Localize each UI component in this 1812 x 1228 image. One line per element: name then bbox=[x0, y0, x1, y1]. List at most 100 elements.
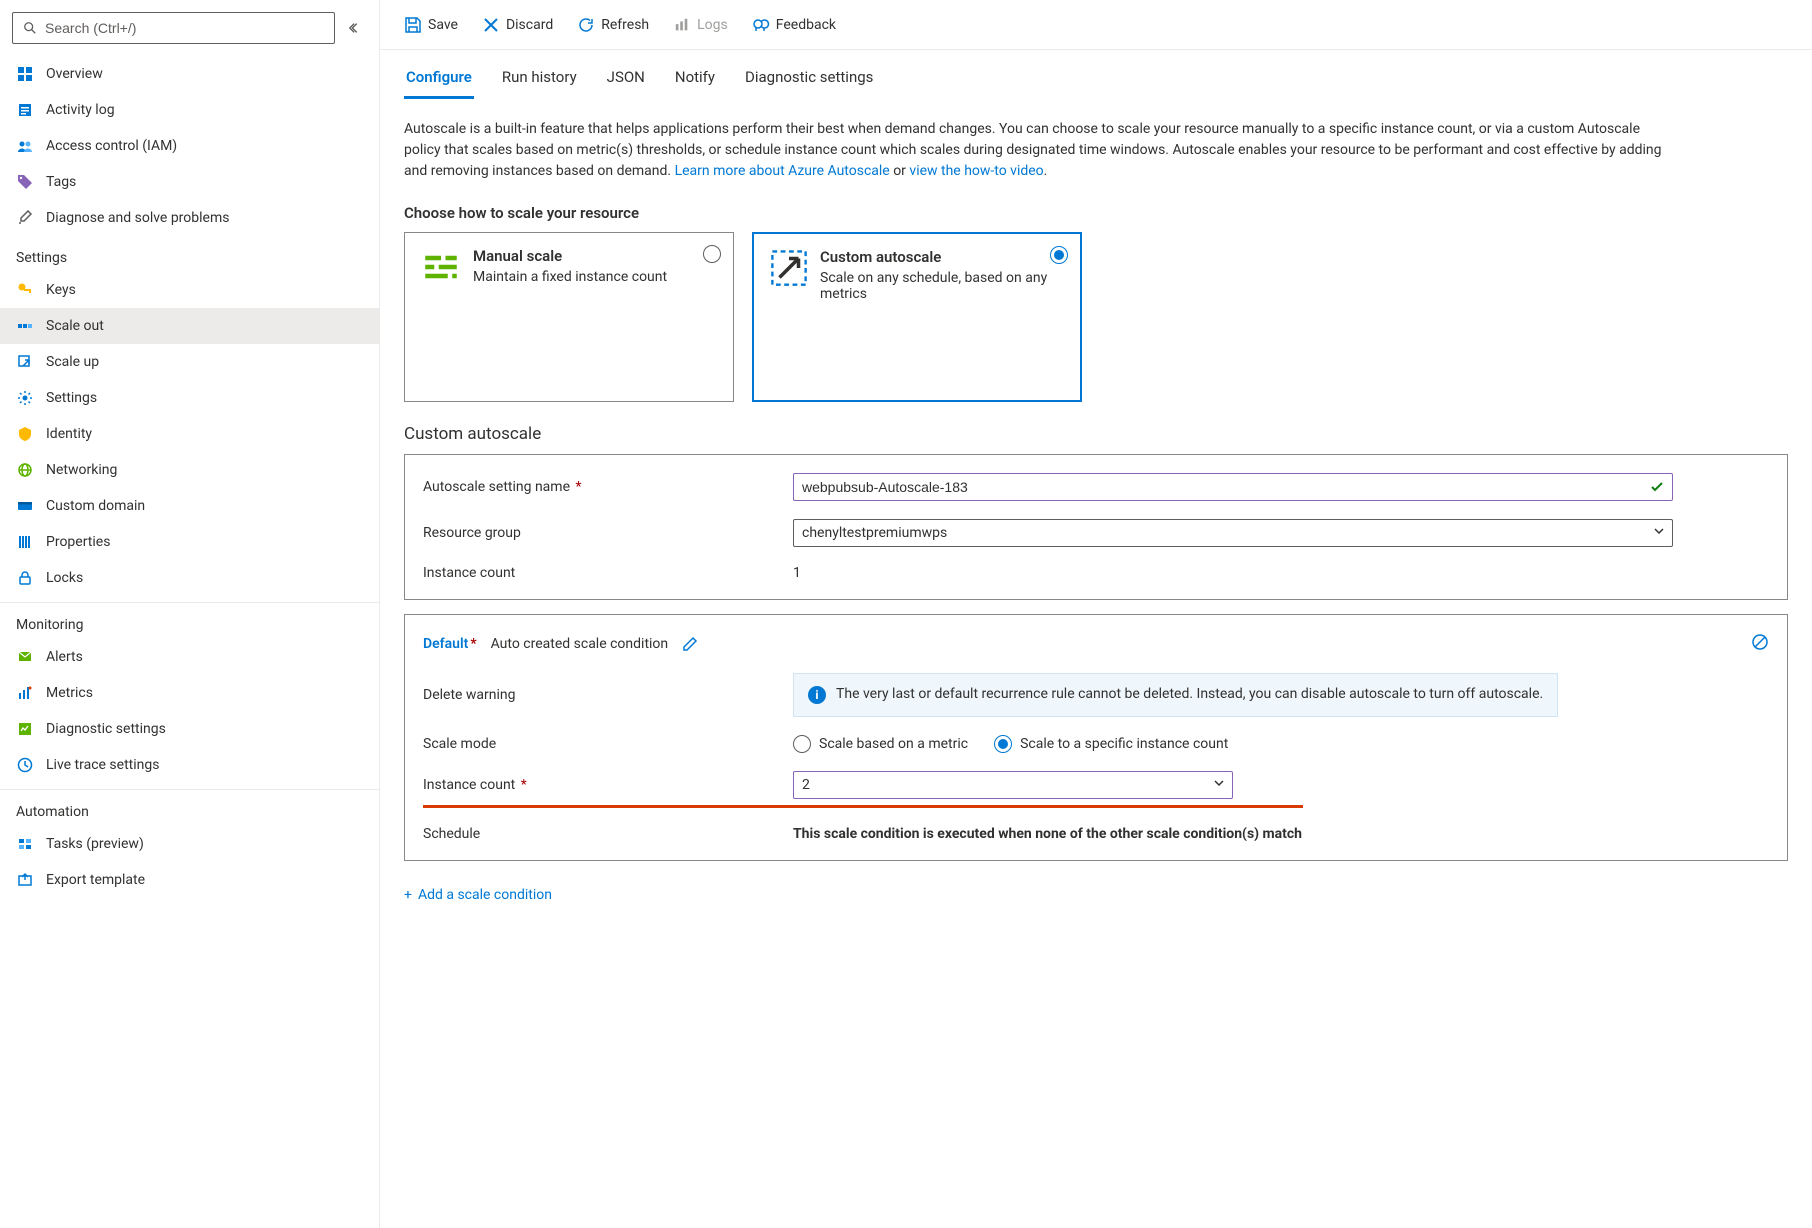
sidebar-item-diag-settings[interactable]: Diagnostic settings bbox=[0, 711, 379, 747]
toolbar: Save Discard Refresh Logs bbox=[380, 0, 1812, 50]
sidebar-item-identity[interactable]: Identity bbox=[0, 416, 379, 452]
export-template-icon bbox=[16, 871, 34, 889]
sidebar-item-settings[interactable]: Settings bbox=[0, 380, 379, 416]
feedback-icon bbox=[752, 16, 770, 34]
edit-condition-button[interactable] bbox=[682, 636, 698, 652]
tags-icon bbox=[16, 173, 34, 191]
plus-icon: + bbox=[404, 887, 412, 903]
resource-group-select[interactable]: chenyltestpremiumwps bbox=[793, 519, 1673, 547]
sidebar: Overview Activity log Access control (IAM)… bbox=[0, 0, 380, 1228]
scale-mode-count-radio[interactable]: Scale to a specific instance count bbox=[994, 735, 1228, 753]
feedback-label: Feedback bbox=[776, 17, 836, 33]
sidebar-item-label: Live trace settings bbox=[46, 757, 159, 773]
diag-settings-icon bbox=[16, 720, 34, 738]
sidebar-item-keys[interactable]: Keys bbox=[0, 272, 379, 308]
manual-scale-card[interactable]: Manual scale Maintain a fixed instance c… bbox=[404, 232, 734, 402]
radio-icon bbox=[703, 245, 721, 263]
custom-autoscale-card[interactable]: Custom autoscale Scale on any schedule, … bbox=[752, 232, 1082, 402]
sidebar-item-label: Diagnose and solve problems bbox=[46, 210, 229, 226]
search-input[interactable] bbox=[45, 20, 326, 36]
instance-count-label: Instance count bbox=[423, 565, 793, 581]
learn-more-link[interactable]: Learn more about Azure Autoscale bbox=[675, 163, 890, 179]
sidebar-item-overview[interactable]: Overview bbox=[0, 56, 379, 92]
sidebar-section-header: Automation bbox=[0, 789, 379, 826]
sidebar-item-locks[interactable]: Locks bbox=[0, 560, 379, 596]
condition-instance-count-label: Instance count * bbox=[423, 777, 793, 793]
tab-diagnostic-settings[interactable]: Diagnostic settings bbox=[743, 64, 875, 99]
search-icon bbox=[21, 19, 39, 37]
sidebar-item-label: Keys bbox=[46, 282, 76, 298]
discard-button[interactable]: Discard bbox=[482, 16, 553, 34]
sidebar-item-label: Tasks (preview) bbox=[46, 836, 144, 852]
sidebar-item-activity-log[interactable]: Activity log bbox=[0, 92, 379, 128]
disable-condition-icon[interactable] bbox=[1751, 633, 1769, 655]
live-trace-icon bbox=[16, 756, 34, 774]
scale-mode-metric-radio[interactable]: Scale based on a metric bbox=[793, 735, 968, 753]
overview-icon bbox=[16, 65, 34, 83]
networking-icon bbox=[16, 461, 34, 479]
manual-scale-title: Manual scale bbox=[473, 247, 667, 265]
sidebar-item-scale-up[interactable]: Scale up bbox=[0, 344, 379, 380]
sidebar-item-label: Scale up bbox=[46, 354, 99, 370]
collapse-sidebar-button[interactable] bbox=[343, 16, 367, 40]
refresh-button[interactable]: Refresh bbox=[577, 16, 649, 34]
sidebar-item-networking[interactable]: Networking bbox=[0, 452, 379, 488]
chevron-down-icon bbox=[1213, 777, 1225, 793]
custom-domain-icon bbox=[16, 497, 34, 515]
sidebar-item-iam[interactable]: Access control (IAM) bbox=[0, 128, 379, 164]
sidebar-item-live-trace[interactable]: Live trace settings bbox=[0, 747, 379, 783]
choose-title: Choose how to scale your resource bbox=[404, 204, 1788, 222]
tasks-icon bbox=[16, 835, 34, 853]
sidebar-item-label: Overview bbox=[46, 66, 103, 82]
iam-icon bbox=[16, 137, 34, 155]
sidebar-item-custom-domain[interactable]: Custom domain bbox=[0, 488, 379, 524]
save-button[interactable]: Save bbox=[404, 16, 458, 34]
sidebar-item-tags[interactable]: Tags bbox=[0, 164, 379, 200]
sidebar-item-label: Settings bbox=[46, 390, 97, 406]
logs-button: Logs bbox=[673, 16, 728, 34]
activity-log-icon bbox=[16, 101, 34, 119]
sidebar-item-diagnose[interactable]: Diagnose and solve problems bbox=[0, 200, 379, 236]
sidebar-item-label: Metrics bbox=[46, 685, 93, 701]
tab-run-history[interactable]: Run history bbox=[500, 64, 579, 99]
chevron-down-icon bbox=[1653, 525, 1665, 541]
tab-configure[interactable]: Configure bbox=[404, 64, 474, 99]
condition-subtitle: Auto created scale condition bbox=[491, 636, 669, 652]
sidebar-item-export-template[interactable]: Export template bbox=[0, 862, 379, 898]
sidebar-item-alerts[interactable]: Alerts bbox=[0, 639, 379, 675]
sidebar-item-label: Networking bbox=[46, 462, 117, 478]
sidebar-item-properties[interactable]: Properties bbox=[0, 524, 379, 560]
delete-warning-info: i The very last or default recurrence ru… bbox=[793, 673, 1558, 717]
sidebar-item-label: Activity log bbox=[46, 102, 115, 118]
tab-notify[interactable]: Notify bbox=[673, 64, 717, 99]
scale-up-icon bbox=[16, 353, 34, 371]
custom-autoscale-title: Custom autoscale bbox=[820, 248, 1064, 266]
tab-json[interactable]: JSON bbox=[605, 64, 647, 99]
scale-out-icon bbox=[16, 317, 34, 335]
logs-label: Logs bbox=[697, 17, 728, 33]
custom-autoscale-section-title: Custom autoscale bbox=[404, 424, 1788, 444]
howto-video-link[interactable]: view the how-to video bbox=[909, 163, 1043, 179]
refresh-icon bbox=[577, 16, 595, 34]
sidebar-item-label: Alerts bbox=[46, 649, 83, 665]
sidebar-item-scale-out[interactable]: Scale out bbox=[0, 308, 379, 344]
check-icon bbox=[1649, 479, 1665, 495]
condition-instance-count-select[interactable]: 2 bbox=[793, 771, 1233, 799]
intro-text: Autoscale is a built-in feature that hel… bbox=[404, 119, 1674, 182]
keys-icon bbox=[16, 281, 34, 299]
autoscale-name-input[interactable] bbox=[793, 473, 1673, 501]
sidebar-item-metrics[interactable]: Metrics bbox=[0, 675, 379, 711]
search-box[interactable] bbox=[12, 12, 335, 44]
discard-label: Discard bbox=[506, 17, 553, 33]
autoscale-settings-panel: Autoscale setting name * Resource group … bbox=[404, 454, 1788, 600]
refresh-label: Refresh bbox=[601, 17, 649, 33]
sidebar-item-tasks[interactable]: Tasks (preview) bbox=[0, 826, 379, 862]
logs-icon bbox=[673, 16, 691, 34]
autoscale-name-label: Autoscale setting name * bbox=[423, 479, 793, 495]
feedback-button[interactable]: Feedback bbox=[752, 16, 836, 34]
sidebar-item-label: Access control (IAM) bbox=[46, 138, 177, 154]
radio-icon bbox=[1050, 246, 1068, 264]
add-scale-condition-button[interactable]: + Add a scale condition bbox=[404, 887, 552, 903]
info-icon: i bbox=[808, 686, 826, 704]
custom-autoscale-icon bbox=[770, 248, 808, 288]
